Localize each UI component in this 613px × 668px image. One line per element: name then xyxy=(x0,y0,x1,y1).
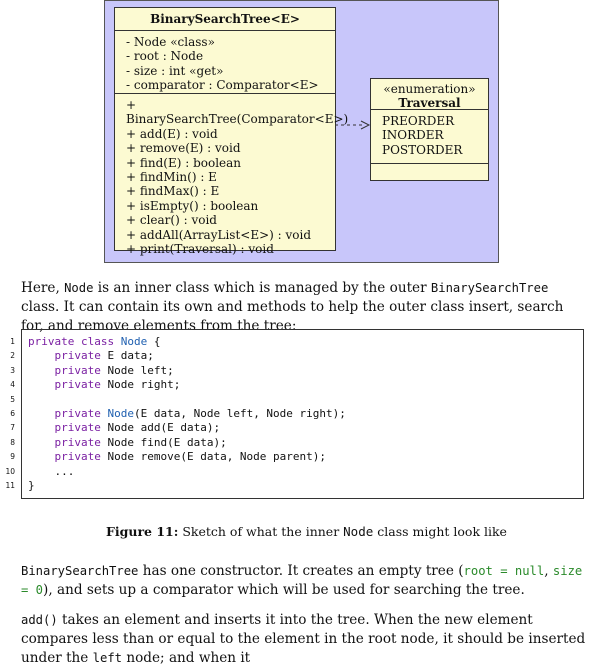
text: has one constructor. It creates an empty… xyxy=(138,563,464,579)
dependency-arrow xyxy=(335,120,371,130)
code-line: private Node remove(E data, Node parent)… xyxy=(28,450,326,463)
inline-code: add() xyxy=(21,613,58,627)
figure-caption: Figure 11: Sketch of what the inner Node… xyxy=(0,524,613,539)
inline-code: Node xyxy=(64,281,94,295)
class-operations: + BinarySearchTree(Comparator<E>) + add(… xyxy=(115,94,349,260)
text: class might look like xyxy=(373,524,507,539)
code-line: } xyxy=(28,479,35,492)
line-number: 4 xyxy=(10,380,15,390)
code-keyword: private xyxy=(28,349,108,363)
line-number: 9 xyxy=(10,452,15,462)
inline-code: left xyxy=(92,651,123,665)
code-keyword: private xyxy=(28,407,108,420)
code-keyword: private class xyxy=(28,335,121,348)
uml-enum-box: «enumeration» Traversal PREORDER INORDER… xyxy=(370,78,489,181)
class-title: BinarySearchTree<E> xyxy=(115,8,335,31)
attribute-row: - root : Node xyxy=(126,49,204,64)
enum-value: POSTORDER xyxy=(382,142,463,157)
code-keyword: private xyxy=(28,450,108,464)
inline-code: Node xyxy=(343,524,374,539)
operation-row: + remove(E) : void xyxy=(126,141,241,156)
enum-title: Traversal xyxy=(398,96,461,111)
operation-row: + print(Traversal) : void xyxy=(126,242,274,257)
operation-row: + add(E) : void xyxy=(126,126,218,141)
code-keyword: private xyxy=(28,363,108,377)
text: , xyxy=(544,563,553,579)
code-text: Node remove(E data, Node parent); xyxy=(107,450,327,464)
line-number: 5 xyxy=(10,394,15,404)
code-text: E data; xyxy=(107,349,154,363)
line-number: 10 xyxy=(5,466,15,476)
line-number: 2 xyxy=(10,351,15,361)
code-text: (E data, Node left, Node right); xyxy=(133,407,346,420)
code-line: private class Node { xyxy=(28,335,160,348)
attribute-row: - size : int «get» xyxy=(126,63,224,78)
text: Here, xyxy=(21,280,65,296)
class-attributes: - Node «class» - root : Node - size : in… xyxy=(115,31,335,94)
inline-code: root = null xyxy=(463,564,545,578)
inline-code: BinarySearchTree xyxy=(430,281,549,295)
line-number: 8 xyxy=(10,437,15,447)
code-text: Node add(E data); xyxy=(107,421,221,435)
enum-values: PREORDER INORDER POSTORDER xyxy=(371,110,488,164)
enum-value: PREORDER xyxy=(382,114,455,128)
code-line: private Node right; xyxy=(28,378,180,391)
code-text: Node right; xyxy=(107,378,181,392)
operation-row: + findMin() : E xyxy=(126,170,217,185)
code-identifier: Node xyxy=(107,407,134,420)
code-text: } xyxy=(28,479,35,492)
line-number: 7 xyxy=(10,423,15,433)
operation-row: + BinarySearchTree(Comparator<E>) xyxy=(126,98,349,127)
operation-row: + addAll(ArrayList<E>) : void xyxy=(126,227,312,242)
paragraph-node-intro: Here, Node is an inner class which is ma… xyxy=(21,279,588,336)
uml-class-box: BinarySearchTree<E> - Node «class» - roo… xyxy=(114,7,348,256)
code-line: private E data; xyxy=(28,349,154,363)
enum-value: INORDER xyxy=(382,128,444,143)
attribute-row: - Node «class» xyxy=(126,35,215,49)
paragraph-add: add() takes an element and inserts it in… xyxy=(21,611,588,668)
caption-label: Figure 11: xyxy=(106,524,179,539)
operation-row: + clear() : void xyxy=(126,213,217,228)
enum-header: «enumeration» Traversal xyxy=(371,79,488,110)
inline-code: BinarySearchTree xyxy=(21,564,139,578)
line-number: 1 xyxy=(10,337,15,346)
line-number: 11 xyxy=(5,481,15,490)
code-text: ... xyxy=(28,464,75,478)
text: node; and when it xyxy=(122,650,251,666)
enum-stereotype: «enumeration» xyxy=(383,82,476,96)
paragraph-constructor: BinarySearchTree has one constructor. It… xyxy=(21,562,588,600)
operation-row: + findMax() : E xyxy=(126,184,220,199)
code-line: ... xyxy=(28,465,74,478)
text: Sketch of what the inner xyxy=(178,524,344,539)
code-text: { xyxy=(147,335,161,348)
code-line: private Node(E data, Node left, Node rig… xyxy=(28,407,346,420)
code-keyword: private xyxy=(28,378,108,392)
code-keyword: private xyxy=(28,421,108,435)
operation-row: + find(E) : boolean xyxy=(126,155,242,170)
text: ), and sets up a comparator which will b… xyxy=(43,582,525,598)
line-number: 3 xyxy=(10,365,15,375)
code-text: Node left; xyxy=(107,363,174,377)
code-keyword: private xyxy=(28,435,108,449)
code-text: Node find(E data); xyxy=(107,435,227,449)
text: is an inner class which is managed by th… xyxy=(93,280,431,296)
code-identifier: Node xyxy=(120,335,148,348)
operation-row: + isEmpty() : boolean xyxy=(126,198,259,213)
code-line: private Node left; xyxy=(28,363,174,377)
code-line: private Node add(E data); xyxy=(28,421,220,434)
code-line: private Node find(E data); xyxy=(28,435,227,449)
line-number: 6 xyxy=(10,409,15,418)
attribute-row: - comparator : Comparator<E> xyxy=(126,78,319,93)
